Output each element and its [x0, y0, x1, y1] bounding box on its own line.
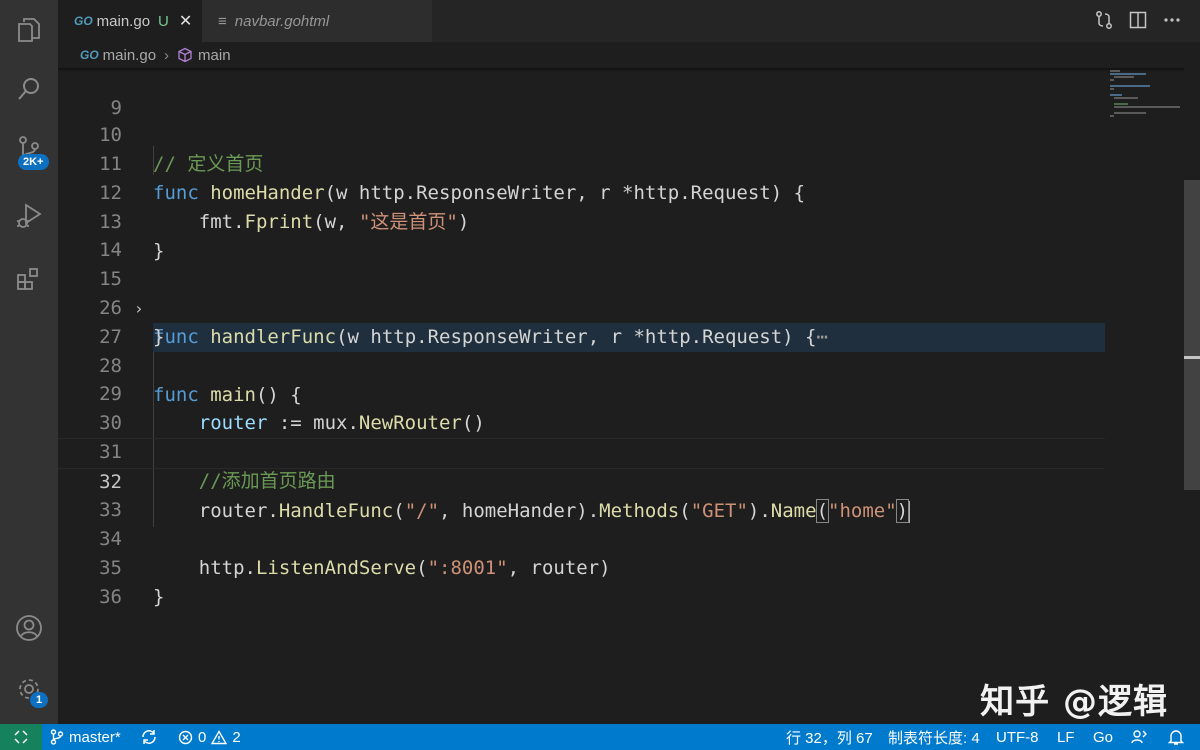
breadcrumb-symbol[interactable]: main — [198, 47, 231, 64]
code-text: } — [153, 586, 165, 608]
status-bar: master* 0 2 行 32，列 67 制表符长度: 4 UTF-8 LF … — [0, 724, 1200, 750]
branch-indicator[interactable]: master* — [50, 724, 121, 750]
settings-badge: 1 — [30, 692, 49, 708]
code-line: 11 func homeHander(w http.ResponseWriter… — [58, 121, 1105, 204]
remote-icon — [14, 730, 28, 744]
untracked-indicator: U — [158, 12, 169, 30]
code-line: 36 — [58, 554, 1105, 608]
symbol-method-icon — [178, 47, 192, 63]
eol-setting[interactable]: LF — [1057, 724, 1075, 750]
code-line: 26 } — [58, 265, 1105, 348]
tab-navbar-gohtml[interactable]: ≡ navbar.gohtml — [202, 0, 432, 42]
code-line: 9 — [58, 65, 1105, 119]
more-actions-icon[interactable] — [1162, 10, 1182, 30]
extensions-icon[interactable] — [0, 254, 58, 304]
code-line: 31 //添加首页路由 — [58, 409, 1105, 492]
code-line: 14 — [58, 207, 1105, 261]
tab-label: navbar.gohtml — [234, 12, 330, 30]
watermark: 知乎 @逻辑 — [980, 682, 1168, 722]
editor-actions — [1094, 10, 1182, 30]
code-line: 10 // 定义首页 — [58, 92, 1105, 175]
sync-icon — [142, 730, 156, 744]
search-icon[interactable] — [0, 64, 58, 114]
scrollbar-thumb[interactable] — [1184, 180, 1200, 490]
warning-icon — [211, 729, 228, 744]
tab-label: main.go — [96, 12, 151, 30]
live-share-button[interactable] — [1130, 724, 1148, 750]
language-mode[interactable]: Go — [1093, 724, 1113, 750]
cursor-position[interactable]: 行 32，列 67 — [786, 724, 873, 750]
go-file-icon: GO — [80, 48, 99, 62]
code-editor[interactable]: 9 10 // 定义首页 11 func homeHander(w http.R… — [58, 68, 1108, 724]
scrollbar-cursor-marker — [1184, 356, 1200, 359]
split-editor-icon[interactable] — [1128, 10, 1148, 30]
person-feedback-icon — [1131, 730, 1147, 744]
breadcrumb-file[interactable]: main.go — [103, 47, 156, 64]
git-branch-icon — [50, 729, 64, 745]
code-line: 13 } — [58, 179, 1105, 262]
open-changes-icon[interactable] — [1094, 10, 1114, 30]
error-icon — [178, 730, 193, 744]
run-debug-icon[interactable] — [0, 190, 58, 240]
explorer-icon[interactable] — [0, 4, 58, 54]
error-count: 0 — [198, 728, 207, 746]
indentation-setting[interactable]: 制表符长度: 4 — [888, 724, 980, 750]
bell-icon — [1168, 730, 1184, 745]
tab-bar: GO main.go U ✕ ≡ navbar.gohtml — [58, 0, 1200, 42]
branch-name: master* — [69, 728, 121, 746]
close-icon[interactable]: ✕ — [179, 11, 192, 31]
code-line: 27 — [58, 294, 1105, 348]
chevron-right-icon: › — [164, 46, 170, 64]
code-line: 12 fmt.Fprint(w, "这是首页") — [58, 150, 1105, 233]
activity-bar: 2K+ 1 — [0, 0, 58, 724]
code-line-current: 32 router.HandleFunc("/", homeHander).Me… — [58, 438, 1105, 523]
account-icon[interactable] — [0, 603, 58, 653]
code-line: 35 } — [58, 525, 1105, 608]
go-file-icon: GO — [74, 14, 93, 28]
minimap[interactable] — [1108, 68, 1184, 128]
code-line-folded: 15 › func handlerFunc(w http.ResponseWri… — [58, 236, 1105, 352]
sync-button[interactable] — [140, 724, 158, 750]
manage-gear-icon[interactable] — [0, 664, 58, 714]
source-control-badge: 2K+ — [18, 154, 49, 170]
code-line: 34 http.ListenAndServe(":8001", router) — [58, 496, 1105, 579]
encoding-setting[interactable]: UTF-8 — [996, 724, 1039, 750]
code-line: 29 router := mux.NewRouter() — [58, 351, 1105, 434]
code-line: 33 — [58, 467, 1105, 521]
tab-main-go[interactable]: GO main.go U ✕ — [58, 0, 202, 42]
remote-indicator[interactable] — [0, 724, 42, 750]
html-file-icon: ≡ — [218, 12, 227, 30]
notifications-button[interactable] — [1168, 724, 1184, 750]
code-line: 28 func main() { — [58, 323, 1105, 406]
problems-indicator[interactable]: 0 2 — [178, 724, 241, 750]
line-number: 36 — [99, 586, 122, 608]
warning-count: 2 — [232, 728, 241, 746]
code-line: 30 — [58, 380, 1105, 434]
